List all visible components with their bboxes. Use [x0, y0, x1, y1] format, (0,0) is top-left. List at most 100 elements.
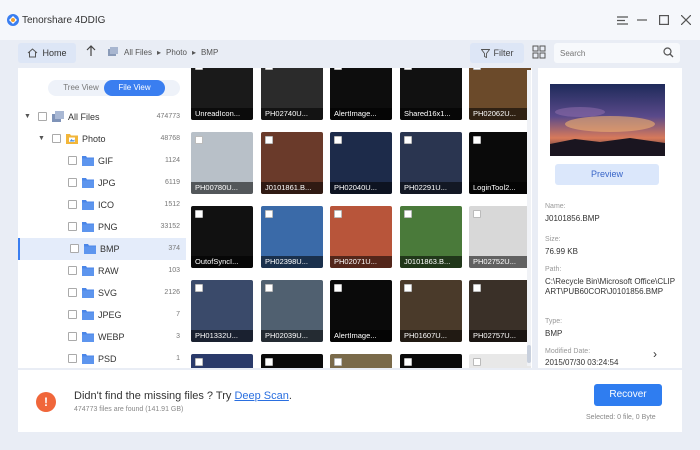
tree-row[interactable]: JPG 6119	[18, 172, 186, 194]
thumbnail-item[interactable]: PH02062U...	[469, 68, 531, 120]
tree-row[interactable]: ▼ All Files 474773	[18, 106, 186, 128]
thumbnail-checkbox[interactable]	[473, 284, 481, 292]
thumbnail-checkbox[interactable]	[334, 68, 342, 70]
message-text: Didn't find the missing files ? Try	[74, 390, 235, 402]
thumbnail-item[interactable]	[191, 354, 253, 368]
thumbnail-checkbox[interactable]	[195, 136, 203, 144]
checkbox[interactable]	[68, 266, 77, 275]
thumbnail-checkbox[interactable]	[265, 358, 273, 366]
tab-file-view[interactable]: File View	[104, 80, 165, 96]
thumbnail-name: PH02398U...	[261, 256, 323, 268]
tree-row[interactable]: PSD 1	[18, 348, 186, 370]
breadcrumb-bmp[interactable]: BMP	[201, 48, 218, 57]
thumbnail-item[interactable]: OutofSyncI...	[191, 206, 253, 268]
thumbnail-checkbox[interactable]	[265, 68, 273, 70]
thumbnail-item[interactable]: PH02071U...	[330, 206, 392, 268]
tree-row[interactable]: WEBP 3	[18, 326, 186, 348]
tree-row[interactable]: RAW 103	[18, 260, 186, 282]
thumbnail-name: AlertImage...	[330, 108, 392, 120]
thumbnail-checkbox[interactable]	[265, 136, 273, 144]
checkbox[interactable]	[68, 310, 77, 319]
grid-view-icon[interactable]	[532, 45, 546, 59]
thumbnail-item[interactable]: PH01607U...	[400, 280, 462, 342]
caret-down-icon[interactable]: ▼	[24, 113, 31, 120]
thumbnail-checkbox[interactable]	[404, 358, 412, 366]
close-icon[interactable]	[678, 12, 694, 28]
deep-scan-link[interactable]: Deep Scan	[234, 390, 288, 402]
chevron-right-icon[interactable]: ›	[646, 345, 664, 363]
thumbnail-checkbox[interactable]	[334, 358, 342, 366]
up-arrow-icon[interactable]	[86, 45, 96, 60]
thumbnail-checkbox[interactable]	[404, 210, 412, 218]
tree-row[interactable]: ICO 1512	[18, 194, 186, 216]
caret-down-icon[interactable]: ▼	[38, 135, 45, 142]
thumbnail-checkbox[interactable]	[195, 284, 203, 292]
thumbnail-item[interactable]	[261, 354, 323, 368]
thumbnail-checkbox[interactable]	[334, 284, 342, 292]
tree-row[interactable]: BMP 374	[18, 238, 186, 260]
thumbnail-checkbox[interactable]	[195, 358, 203, 366]
thumbnail-item[interactable]: J0101863.B...	[400, 206, 462, 268]
grid-scrollbar[interactable]	[527, 70, 531, 366]
checkbox[interactable]	[68, 156, 77, 165]
checkbox[interactable]	[68, 222, 77, 231]
thumbnail-checkbox[interactable]	[195, 68, 203, 70]
tree-row[interactable]: SVG 2126	[18, 282, 186, 304]
thumbnail-checkbox[interactable]	[265, 210, 273, 218]
checkbox[interactable]	[38, 112, 47, 121]
thumbnail-item[interactable]: PH02291U...	[400, 132, 462, 194]
home-button[interactable]: Home	[18, 43, 76, 63]
thumbnail-item[interactable]: PH02040U...	[330, 132, 392, 194]
checkbox[interactable]	[68, 200, 77, 209]
grid-scrollbar-thumb[interactable]	[527, 345, 531, 363]
breadcrumb-photo[interactable]: Photo	[166, 48, 187, 57]
thumbnail-checkbox[interactable]	[404, 68, 412, 70]
thumbnail-item[interactable]: LoginTool2...	[469, 132, 531, 194]
thumbnail-item[interactable]: PH02039U...	[261, 280, 323, 342]
thumbnail-item[interactable]: PH02740U...	[261, 68, 323, 120]
thumbnail-checkbox[interactable]	[334, 210, 342, 218]
search-icon[interactable]	[663, 47, 674, 58]
thumbnail-checkbox[interactable]	[404, 284, 412, 292]
thumbnail-item[interactable]: PH02398U...	[261, 206, 323, 268]
filter-button[interactable]: Filter	[470, 43, 524, 63]
checkbox[interactable]	[68, 178, 77, 187]
tree-row-label: RAW	[98, 266, 119, 276]
thumbnail-checkbox[interactable]	[334, 136, 342, 144]
thumbnail-checkbox[interactable]	[473, 210, 481, 218]
preview-button[interactable]: Preview	[555, 164, 659, 185]
tree-row[interactable]: JPEG 7	[18, 304, 186, 326]
recover-button[interactable]: Recover	[594, 384, 662, 406]
thumbnail-item[interactable]: AlertImage...	[330, 68, 392, 120]
thumbnail-item[interactable]: PH01332U...	[191, 280, 253, 342]
thumbnail-item[interactable]	[400, 354, 462, 368]
breadcrumb-all-files[interactable]: All Files	[124, 48, 152, 57]
thumbnail-checkbox[interactable]	[473, 68, 481, 70]
thumbnail-item[interactable]: AlertImage...	[330, 280, 392, 342]
thumbnail-checkbox[interactable]	[195, 210, 203, 218]
thumbnail-item[interactable]: PH00780U...	[191, 132, 253, 194]
checkbox[interactable]	[68, 354, 77, 363]
thumbnail-item[interactable]: J0101861.B...	[261, 132, 323, 194]
tree-row[interactable]: ▼ Photo 48768	[18, 128, 186, 150]
checkbox[interactable]	[68, 288, 77, 297]
tree-row[interactable]: GIF 1124	[18, 150, 186, 172]
menu-icon[interactable]	[614, 12, 630, 28]
thumbnail-item[interactable]: PH02752U...	[469, 206, 531, 268]
thumbnail-item[interactable]	[469, 354, 531, 368]
checkbox[interactable]	[68, 332, 77, 341]
checkbox[interactable]	[70, 244, 79, 253]
maximize-icon[interactable]	[656, 12, 672, 28]
search-input[interactable]	[554, 43, 654, 63]
tree-row[interactable]: PNG 33152	[18, 216, 186, 238]
thumbnail-item[interactable]: Shared16x1...	[400, 68, 462, 120]
thumbnail-checkbox[interactable]	[404, 136, 412, 144]
thumbnail-checkbox[interactable]	[265, 284, 273, 292]
thumbnail-checkbox[interactable]	[473, 136, 481, 144]
thumbnail-item[interactable]: UnreadIcon...	[191, 68, 253, 120]
checkbox[interactable]	[52, 134, 61, 143]
thumbnail-checkbox[interactable]	[473, 358, 481, 366]
thumbnail-item[interactable]	[330, 354, 392, 368]
minimize-icon[interactable]	[634, 12, 650, 28]
thumbnail-item[interactable]: PH02757U...	[469, 280, 531, 342]
